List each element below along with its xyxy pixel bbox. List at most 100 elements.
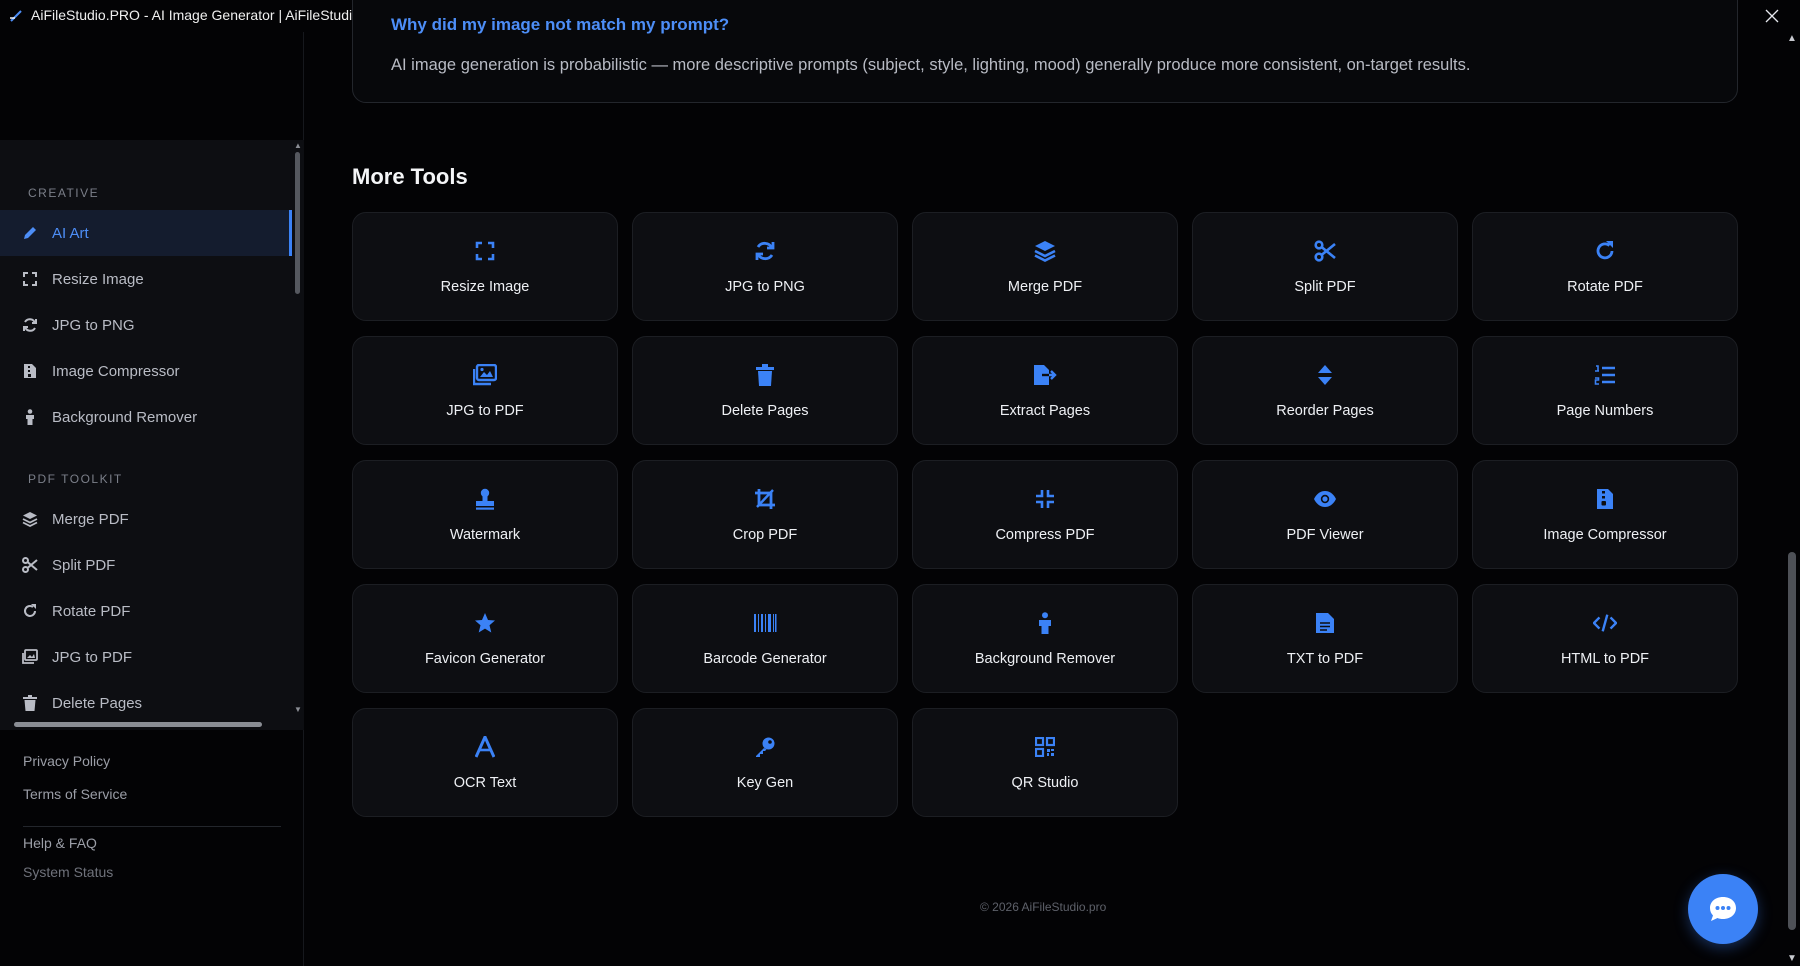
tool-card-key-gen[interactable]: Key Gen [632, 708, 898, 817]
tool-card-label: OCR Text [453, 775, 517, 791]
section-label-creative: CREATIVE [28, 186, 100, 200]
tool-card-image-compressor[interactable]: Image Compressor [1472, 460, 1738, 569]
privacy-policy-link[interactable]: Privacy Policy [23, 753, 110, 769]
layers-icon [1033, 239, 1057, 263]
tool-card-jpg-to-pdf[interactable]: JPG to PDF [352, 336, 618, 445]
tool-card-ocr-text[interactable]: OCR Text [352, 708, 618, 817]
sidebar-item-label: Split PDF [52, 556, 116, 574]
tool-card-split-pdf[interactable]: Split PDF [1192, 212, 1458, 321]
person-icon [1033, 611, 1057, 635]
font-icon [473, 735, 497, 759]
tool-card-label: Background Remover [974, 651, 1116, 667]
tool-card-label: Barcode Generator [703, 651, 827, 667]
sidebar-item-label: Image Compressor [52, 362, 180, 380]
page-scrollbar[interactable]: ▲ ▼ [1784, 32, 1800, 966]
copyright: © 2026 AiFileStudio.pro [980, 900, 1107, 914]
tool-card-extract-pages[interactable]: Extract Pages [912, 336, 1178, 445]
sidebar-item-label: Rotate PDF [52, 602, 131, 620]
tool-card-page-numbers[interactable]: Page Numbers [1472, 336, 1738, 445]
file-export-icon [1033, 363, 1057, 387]
person-icon [22, 409, 38, 425]
rotate-icon [22, 603, 38, 619]
tool-card-label: Compress PDF [995, 527, 1095, 543]
tool-card-label: Delete Pages [721, 403, 809, 419]
sidebar-item-image-compressor[interactable]: Image Compressor [0, 348, 292, 394]
sidebar-vertical-scrollbar[interactable]: ▲ ▼ [292, 140, 304, 730]
sidebar-item-jpg-to-png[interactable]: JPG to PNG [0, 302, 292, 348]
tool-card-reorder-pages[interactable]: Reorder Pages [1192, 336, 1458, 445]
sidebar-item-resize-image[interactable]: Resize Image [0, 256, 292, 302]
sidebar-item-ai-art[interactable]: AI Art [0, 210, 292, 256]
footer-divider [23, 826, 281, 827]
file-zipper-icon [22, 363, 38, 379]
sidebar-item-label: Merge PDF [52, 510, 129, 528]
sync-icon [753, 239, 777, 263]
tool-card-label: Favicon Generator [424, 651, 546, 667]
tool-card-rotate-pdf[interactable]: Rotate PDF [1472, 212, 1738, 321]
tool-card-label: QR Studio [1011, 775, 1079, 791]
tool-card-barcode-generator[interactable]: Barcode Generator [632, 584, 898, 693]
sidebar-item-jpg-to-pdf[interactable]: JPG to PDF [0, 634, 292, 680]
tool-card-label: HTML to PDF [1560, 651, 1650, 667]
tool-card-qr-studio[interactable]: QR Studio [912, 708, 1178, 817]
tool-card-label: JPG to PDF [446, 403, 524, 419]
tool-card-crop-pdf[interactable]: Crop PDF [632, 460, 898, 569]
tool-card-pdf-viewer[interactable]: PDF Viewer [1192, 460, 1458, 569]
sidebar-item-label: AI Art [52, 224, 89, 242]
sidebar-item-background-remover[interactable]: Background Remover [0, 394, 292, 440]
crop-icon [753, 487, 777, 511]
scissors-icon [22, 557, 38, 573]
terms-of-service-link[interactable]: Terms of Service [23, 786, 127, 802]
tool-card-resize-image[interactable]: Resize Image [352, 212, 618, 321]
tool-card-watermark[interactable]: Watermark [352, 460, 618, 569]
sidebar-item-merge-pdf[interactable]: Merge PDF [0, 496, 292, 542]
tool-card-label: Split PDF [1294, 279, 1356, 295]
qrcode-icon [1033, 735, 1057, 759]
tool-card-background-remover[interactable]: Background Remover [912, 584, 1178, 693]
chat-bubble-icon [1708, 895, 1738, 923]
sidebar-item-rotate-pdf[interactable]: Rotate PDF [0, 588, 292, 634]
scissors-icon [1313, 239, 1337, 263]
tool-card-label: PDF Viewer [1286, 527, 1364, 543]
tool-card-merge-pdf[interactable]: Merge PDF [912, 212, 1178, 321]
pencil-icon [22, 225, 38, 241]
tool-card-label: JPG to PNG [725, 279, 805, 295]
tool-card-jpg-to-png[interactable]: JPG to PNG [632, 212, 898, 321]
code-icon [1593, 611, 1617, 635]
faq-answer: AI image generation is probabilistic — m… [391, 56, 1471, 74]
tool-card-favicon-generator[interactable]: Favicon Generator [352, 584, 618, 693]
section-label-pdf-toolkit: PDF TOOLKIT [28, 472, 123, 486]
tool-card-delete-pages[interactable]: Delete Pages [632, 336, 898, 445]
window-title: AiFileStudio.PRO - AI Image Generator | … [31, 7, 395, 23]
system-status-link[interactable]: System Status [23, 864, 113, 880]
sidebar-item-label: JPG to PDF [52, 648, 133, 666]
file-lines-icon [1313, 611, 1337, 635]
tool-card-label: Resize Image [440, 279, 530, 295]
file-zipper-icon [1593, 487, 1617, 511]
sidebar: CREATIVE AI Art Resize Image JPG to PNG … [0, 32, 304, 966]
tool-card-html-to-pdf[interactable]: HTML to PDF [1472, 584, 1738, 693]
tool-card-label: Extract Pages [999, 403, 1091, 419]
compress-icon [1033, 487, 1057, 511]
faq-question[interactable]: Why did my image not match my prompt? [391, 15, 729, 35]
sidebar-item-label: Background Remover [52, 408, 198, 426]
more-tools-title: More Tools [352, 164, 468, 189]
sidebar-item-split-pdf[interactable]: Split PDF [0, 542, 292, 588]
faq-item: Why did my image not match my prompt? AI… [352, 0, 1738, 103]
tool-card-label: Crop PDF [732, 527, 798, 543]
sidebar-horizontal-scrollbar[interactable] [0, 718, 292, 730]
eye-icon [1313, 487, 1337, 511]
rotate-icon [1593, 239, 1617, 263]
tool-card-label: Image Compressor [1543, 527, 1667, 543]
trash-icon [22, 695, 38, 711]
close-icon[interactable] [1759, 4, 1785, 28]
help-faq-link[interactable]: Help & FAQ [23, 835, 97, 851]
images-icon [22, 649, 38, 665]
tool-card-label: Watermark [449, 527, 521, 543]
tool-card-txt-to-pdf[interactable]: TXT to PDF [1192, 584, 1458, 693]
trash-icon [753, 363, 777, 387]
chat-button[interactable] [1688, 874, 1758, 944]
tool-card-compress-pdf[interactable]: Compress PDF [912, 460, 1178, 569]
main-content: Why did my image not match my prompt? AI… [304, 0, 1784, 966]
sidebar-nav: CREATIVE AI Art Resize Image JPG to PNG … [0, 140, 304, 730]
